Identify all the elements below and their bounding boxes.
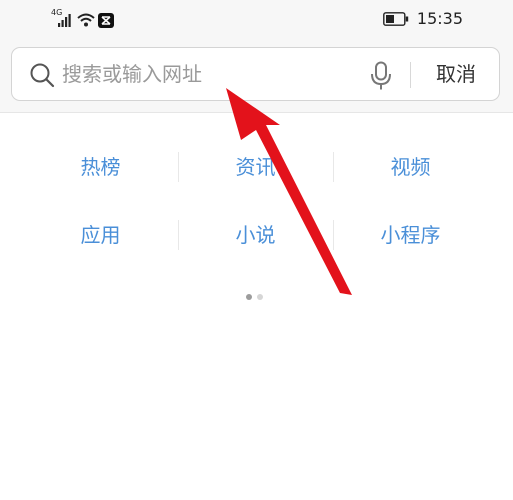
status-bar: 4G 15:35 xyxy=(0,0,513,40)
quick-links-row: 热榜 资讯 视频 xyxy=(23,133,489,201)
quick-links-grid: 热榜 资讯 视频 应用 小说 小程序 xyxy=(23,133,489,269)
quick-link-novels[interactable]: 小说 xyxy=(178,201,333,269)
quick-link-news[interactable]: 资讯 xyxy=(178,133,333,201)
cancel-button[interactable]: 取消 xyxy=(428,58,484,90)
search-icon xyxy=(30,63,55,88)
status-time: 15:35 xyxy=(416,9,463,28)
search-header: 取消 xyxy=(0,40,513,113)
quick-links-row: 应用 小说 小程序 xyxy=(23,201,489,269)
quick-link-apps[interactable]: 应用 xyxy=(23,201,178,269)
page-indicator xyxy=(246,294,263,300)
search-input[interactable] xyxy=(62,58,352,90)
page-dot xyxy=(257,294,263,300)
page-dot-active xyxy=(246,294,252,300)
signal-icon xyxy=(58,14,71,27)
quick-link-hot-list[interactable]: 热榜 xyxy=(23,133,178,201)
status-icons-right: 15:35 xyxy=(382,9,463,29)
search-divider xyxy=(410,62,411,88)
wifi-icon xyxy=(77,13,95,27)
quick-link-mini-programs[interactable]: 小程序 xyxy=(333,201,488,269)
search-box[interactable]: 取消 xyxy=(11,47,500,101)
capcut-app-icon xyxy=(98,12,114,28)
mic-icon[interactable] xyxy=(370,61,392,91)
quick-link-video[interactable]: 视频 xyxy=(333,133,488,201)
status-icons-left xyxy=(50,10,114,30)
battery-icon xyxy=(382,12,409,26)
